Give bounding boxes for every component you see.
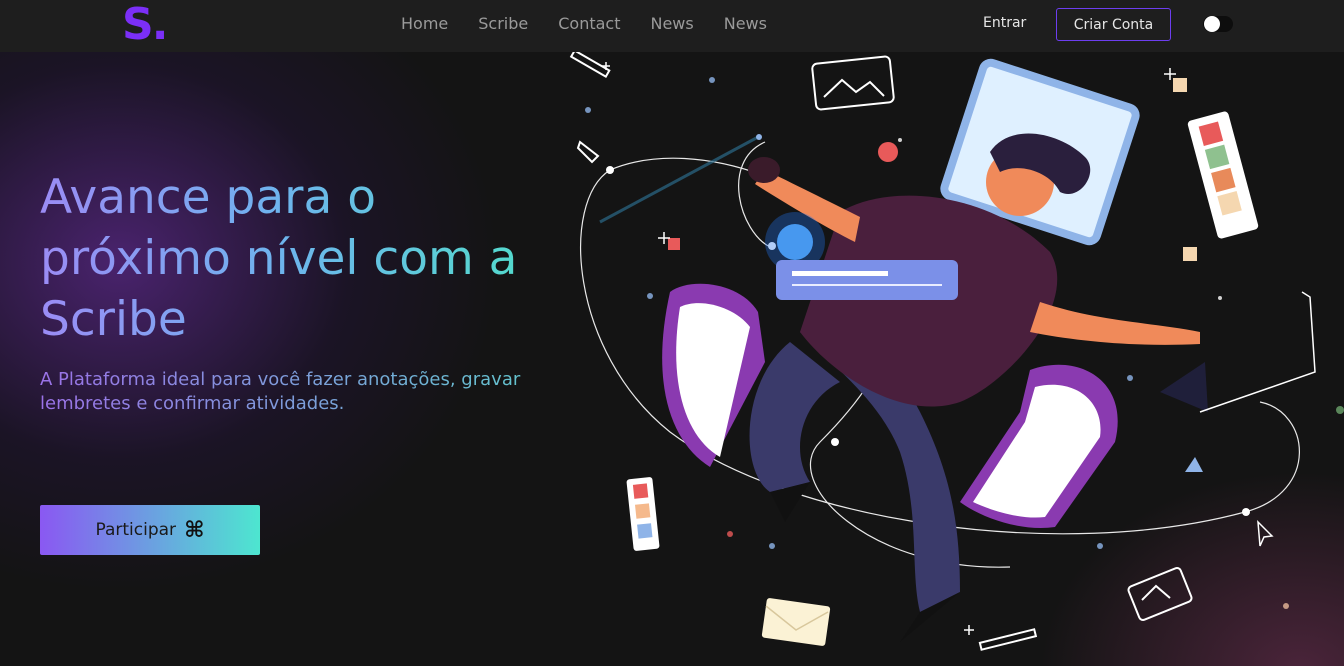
curled-page-right bbox=[960, 364, 1118, 528]
hero-illustration bbox=[569, 52, 1344, 651]
comet-trail bbox=[599, 134, 761, 224]
command-icon: ⌘ bbox=[184, 517, 205, 543]
pencil-icon bbox=[569, 52, 611, 78]
peach-square-top bbox=[1173, 78, 1187, 92]
signup-button[interactable]: Criar Conta bbox=[1056, 8, 1171, 41]
frame-lines bbox=[1199, 291, 1316, 413]
join-button-label: Participar bbox=[95, 520, 177, 540]
scribe-logo[interactable]: S. bbox=[122, 2, 168, 48]
red-square bbox=[668, 238, 680, 250]
nav-link-home[interactable]: Home bbox=[401, 14, 448, 33]
red-circle bbox=[878, 142, 898, 162]
nav-link-news[interactable]: News bbox=[650, 14, 693, 33]
curled-page-left bbox=[662, 283, 765, 467]
pen-nib-icon bbox=[576, 140, 600, 164]
hero-subtitle: A Plataforma ideal para você fazer anota… bbox=[40, 368, 560, 416]
hero-headline: Avance para o próximo nível com a Scribe bbox=[40, 167, 560, 350]
color-swatch-card bbox=[1187, 111, 1259, 239]
ruler-icon bbox=[978, 628, 1038, 651]
message-bubble bbox=[776, 260, 958, 300]
picture-frame-icon bbox=[811, 55, 895, 111]
login-link[interactable]: Entrar bbox=[983, 15, 1026, 31]
navbar: S. Home Scribe Contact News News Entrar … bbox=[0, 0, 1344, 52]
cursor-icon bbox=[1257, 520, 1274, 547]
theme-toggle[interactable] bbox=[1203, 16, 1233, 32]
nav-link-contact[interactable]: Contact bbox=[558, 14, 620, 33]
nav-link-scribe[interactable]: Scribe bbox=[478, 14, 528, 33]
small-triangle bbox=[1185, 457, 1203, 472]
color-swatch-small bbox=[626, 477, 660, 551]
dark-triangle bbox=[1160, 362, 1208, 412]
join-button[interactable]: Participar ⌘ bbox=[40, 505, 260, 555]
image-frame-icon bbox=[1127, 567, 1193, 621]
peach-square bbox=[1183, 247, 1197, 261]
toggle-knob bbox=[1204, 16, 1220, 32]
nav-links: Home Scribe Contact News News bbox=[401, 14, 797, 33]
envelope-icon bbox=[761, 598, 831, 646]
nav-link-news-2[interactable]: News bbox=[724, 14, 767, 33]
